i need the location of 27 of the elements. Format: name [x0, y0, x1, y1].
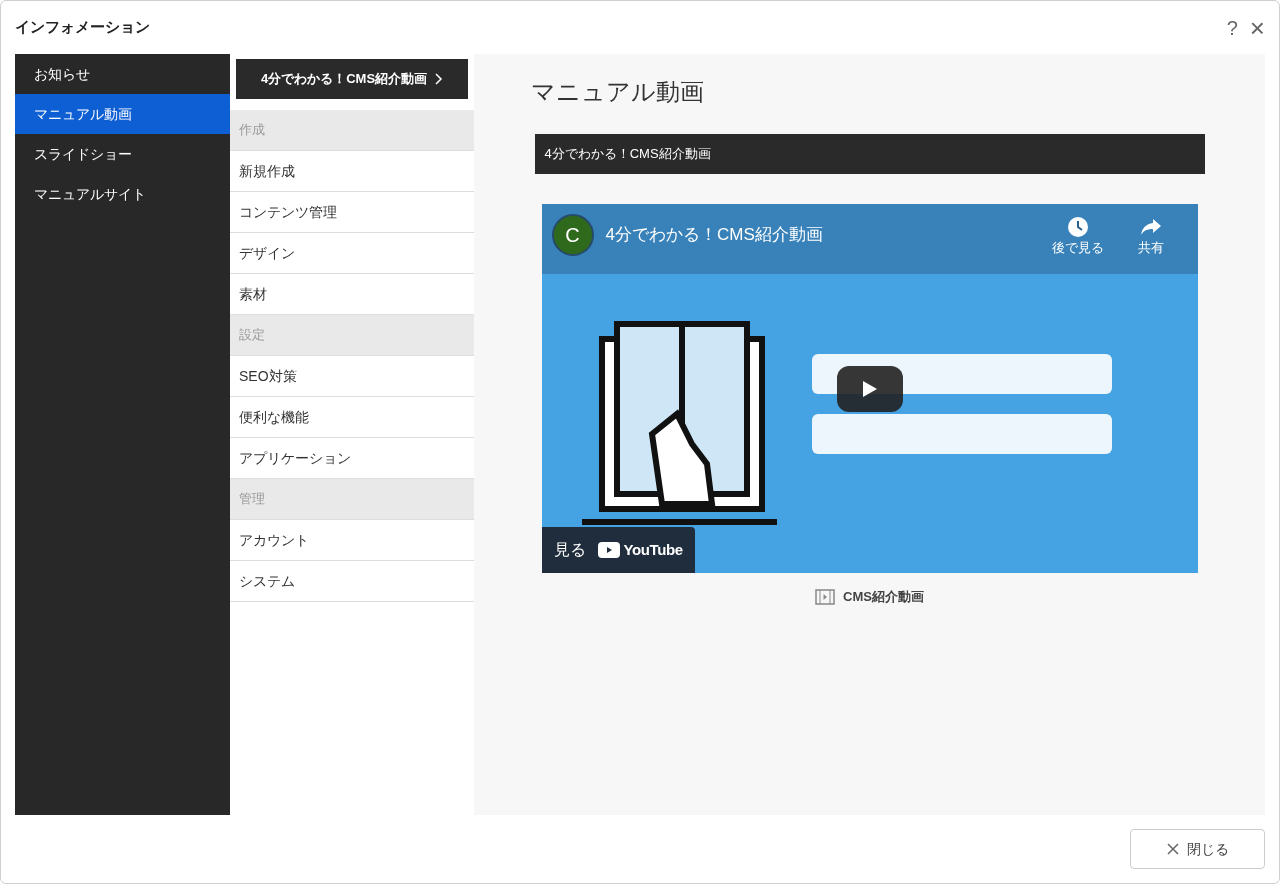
chevron-right-icon: [435, 73, 444, 85]
sidebar-item[interactable]: スライドショー: [15, 134, 230, 174]
play-icon: [861, 380, 878, 398]
youtube-logo-icon: [597, 542, 620, 558]
video-player[interactable]: C 4分でわかる！CMS紹介動画 後で見る 共有 見る YouTube: [541, 204, 1198, 573]
window-title: インフォメーション: [15, 17, 150, 38]
close-button[interactable]: ×: [1249, 14, 1265, 41]
video-caption: CMS紹介動画: [843, 588, 924, 606]
sidebar-item[interactable]: マニュアル動画: [15, 94, 230, 134]
video-link-button[interactable]: 4分でわかる！CMS紹介動画: [236, 59, 468, 99]
page-heading: マニュアル動画: [530, 77, 705, 107]
close-dialog-button[interactable]: 閉じる: [1130, 829, 1265, 869]
section-header: 管理: [230, 479, 474, 520]
help-button[interactable]: ?: [1226, 12, 1238, 43]
sidebar-item[interactable]: お知らせ: [15, 54, 230, 94]
film-icon: [815, 588, 836, 605]
clock-icon: [1066, 216, 1089, 238]
play-button[interactable]: [836, 366, 903, 412]
section-header: 作成: [230, 110, 474, 151]
video-title-bar: 4分でわかる！CMS紹介動画: [534, 134, 1205, 174]
watch-later-button[interactable]: 後で見る: [1051, 216, 1104, 258]
close-icon: [1166, 843, 1179, 855]
share-button[interactable]: 共有: [1137, 216, 1164, 258]
sidebar-item[interactable]: マニュアルサイト: [15, 174, 230, 214]
video-title[interactable]: 4分でわかる！CMS紹介動画: [605, 222, 823, 248]
watch-on-youtube-button[interactable]: 見る YouTube: [541, 527, 695, 573]
section-header: 設定: [230, 315, 474, 356]
